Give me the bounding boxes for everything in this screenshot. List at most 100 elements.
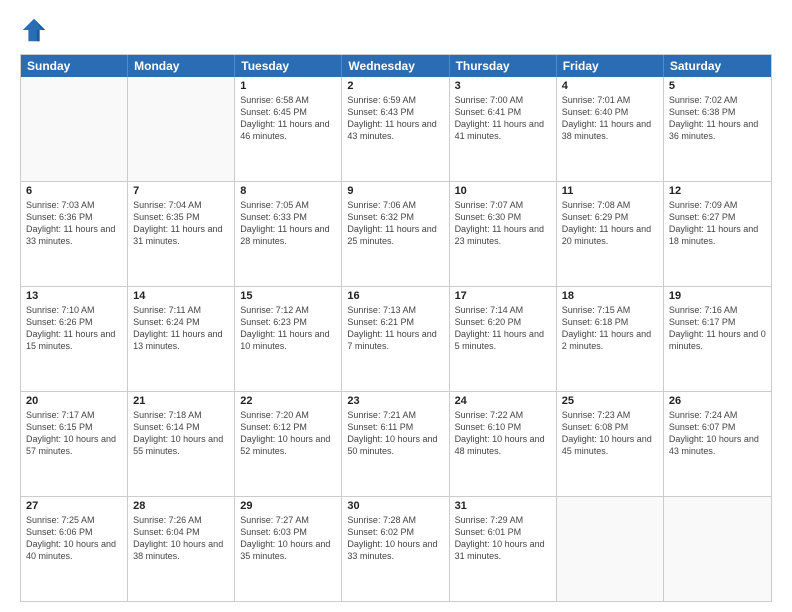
cell-info: Sunrise: 7:05 AM Sunset: 6:33 PM Dayligh… xyxy=(240,199,336,248)
cell-info: Sunrise: 7:23 AM Sunset: 6:08 PM Dayligh… xyxy=(562,409,658,458)
cell-info: Sunrise: 7:16 AM Sunset: 6:17 PM Dayligh… xyxy=(669,304,766,353)
cell-info: Sunrise: 7:11 AM Sunset: 6:24 PM Dayligh… xyxy=(133,304,229,353)
calendar-cell: 11Sunrise: 7:08 AM Sunset: 6:29 PM Dayli… xyxy=(557,182,664,286)
page: SundayMondayTuesdayWednesdayThursdayFrid… xyxy=(0,0,792,612)
cell-info: Sunrise: 7:02 AM Sunset: 6:38 PM Dayligh… xyxy=(669,94,766,143)
cell-day-number: 31 xyxy=(455,500,551,512)
cell-info: Sunrise: 7:13 AM Sunset: 6:21 PM Dayligh… xyxy=(347,304,443,353)
calendar: SundayMondayTuesdayWednesdayThursdayFrid… xyxy=(20,54,772,602)
cell-day-number: 14 xyxy=(133,290,229,302)
cell-info: Sunrise: 7:08 AM Sunset: 6:29 PM Dayligh… xyxy=(562,199,658,248)
calendar-row-4: 20 Sunrise: 7:17 AM Sunset: 6:15 PM Dayli… xyxy=(21,391,771,496)
calendar-cell: 2 Sunrise: 6:59 AM Sunset: 6:43 PM Daylig… xyxy=(342,77,449,181)
calendar-cell xyxy=(664,497,771,601)
calendar-cell xyxy=(128,77,235,181)
calendar-cell: 23 Sunrise: 7:21 AM Sunset: 6:11 PM Dayli… xyxy=(342,392,449,496)
cell-info: Sunrise: 7:01 AM Sunset: 6:40 PM Dayligh… xyxy=(562,94,658,143)
header xyxy=(20,16,772,44)
cell-day-number: 29 xyxy=(240,500,336,512)
cell-info: Sunrise: 7:10 AM Sunset: 6:26 PM Dayligh… xyxy=(26,304,122,353)
cell-day-number: 12 xyxy=(669,185,766,197)
cell-day-number: 30 xyxy=(347,500,443,512)
cell-day-number: 2 xyxy=(347,80,443,92)
cell-day-number: 16 xyxy=(347,290,443,302)
calendar-cell: 25 Sunrise: 7:23 AM Sunset: 6:08 PM Dayli… xyxy=(557,392,664,496)
calendar-cell: 9 Sunrise: 7:06 AM Sunset: 6:32 PM Daylig… xyxy=(342,182,449,286)
calendar-cell: 3 Sunrise: 7:00 AM Sunset: 6:41 PM Daylig… xyxy=(450,77,557,181)
cell-info: Sunrise: 7:06 AM Sunset: 6:32 PM Dayligh… xyxy=(347,199,443,248)
calendar-cell xyxy=(557,497,664,601)
cell-info: Sunrise: 7:03 AM Sunset: 6:36 PM Dayligh… xyxy=(26,199,122,248)
col-header-tuesday: Tuesday xyxy=(235,55,342,77)
calendar-cell: 1 Sunrise: 6:58 AM Sunset: 6:45 PM Daylig… xyxy=(235,77,342,181)
calendar-body: 1 Sunrise: 6:58 AM Sunset: 6:45 PM Daylig… xyxy=(21,77,771,601)
cell-info: Sunrise: 6:58 AM Sunset: 6:45 PM Dayligh… xyxy=(240,94,336,143)
cell-day-number: 19 xyxy=(669,290,766,302)
cell-day-number: 20 xyxy=(26,395,122,407)
cell-info: Sunrise: 7:17 AM Sunset: 6:15 PM Dayligh… xyxy=(26,409,122,458)
calendar-cell: 14 Sunrise: 7:11 AM Sunset: 6:24 PM Dayli… xyxy=(128,287,235,391)
calendar-cell: 15 Sunrise: 7:12 AM Sunset: 6:23 PM Dayli… xyxy=(235,287,342,391)
calendar-cell: 26 Sunrise: 7:24 AM Sunset: 6:07 PM Dayli… xyxy=(664,392,771,496)
col-header-saturday: Saturday xyxy=(664,55,771,77)
calendar-cell: 10 Sunrise: 7:07 AM Sunset: 6:30 PM Dayli… xyxy=(450,182,557,286)
calendar-cell: 6Sunrise: 7:03 AM Sunset: 6:36 PM Daylig… xyxy=(21,182,128,286)
cell-day-number: 22 xyxy=(240,395,336,407)
calendar-cell: 12 Sunrise: 7:09 AM Sunset: 6:27 PM Dayli… xyxy=(664,182,771,286)
cell-day-number: 27 xyxy=(26,500,122,512)
calendar-row-2: 6Sunrise: 7:03 AM Sunset: 6:36 PM Daylig… xyxy=(21,181,771,286)
cell-day-number: 13 xyxy=(26,290,122,302)
calendar-header: SundayMondayTuesdayWednesdayThursdayFrid… xyxy=(21,55,771,77)
calendar-cell: 20 Sunrise: 7:17 AM Sunset: 6:15 PM Dayli… xyxy=(21,392,128,496)
cell-day-number: 26 xyxy=(669,395,766,407)
cell-day-number: 15 xyxy=(240,290,336,302)
calendar-row-1: 1 Sunrise: 6:58 AM Sunset: 6:45 PM Daylig… xyxy=(21,77,771,181)
cell-day-number: 21 xyxy=(133,395,229,407)
cell-day-number: 17 xyxy=(455,290,551,302)
cell-info: Sunrise: 7:27 AM Sunset: 6:03 PM Dayligh… xyxy=(240,514,336,563)
col-header-monday: Monday xyxy=(128,55,235,77)
calendar-row-5: 27 Sunrise: 7:25 AM Sunset: 6:06 PM Dayli… xyxy=(21,496,771,601)
cell-info: Sunrise: 7:21 AM Sunset: 6:11 PM Dayligh… xyxy=(347,409,443,458)
cell-info: Sunrise: 7:28 AM Sunset: 6:02 PM Dayligh… xyxy=(347,514,443,563)
cell-info: Sunrise: 7:15 AM Sunset: 6:18 PM Dayligh… xyxy=(562,304,658,353)
cell-info: Sunrise: 7:29 AM Sunset: 6:01 PM Dayligh… xyxy=(455,514,551,563)
cell-day-number: 25 xyxy=(562,395,658,407)
cell-day-number: 8 xyxy=(240,185,336,197)
cell-info: Sunrise: 7:07 AM Sunset: 6:30 PM Dayligh… xyxy=(455,199,551,248)
calendar-cell: 4Sunrise: 7:01 AM Sunset: 6:40 PM Daylig… xyxy=(557,77,664,181)
calendar-cell: 13 Sunrise: 7:10 AM Sunset: 6:26 PM Dayli… xyxy=(21,287,128,391)
cell-day-number: 23 xyxy=(347,395,443,407)
calendar-cell: 31 Sunrise: 7:29 AM Sunset: 6:01 PM Dayli… xyxy=(450,497,557,601)
calendar-row-3: 13 Sunrise: 7:10 AM Sunset: 6:26 PM Dayli… xyxy=(21,286,771,391)
cell-info: Sunrise: 7:09 AM Sunset: 6:27 PM Dayligh… xyxy=(669,199,766,248)
cell-day-number: 5 xyxy=(669,80,766,92)
cell-day-number: 28 xyxy=(133,500,229,512)
cell-info: Sunrise: 7:12 AM Sunset: 6:23 PM Dayligh… xyxy=(240,304,336,353)
cell-info: Sunrise: 7:20 AM Sunset: 6:12 PM Dayligh… xyxy=(240,409,336,458)
logo-icon xyxy=(20,16,48,44)
cell-day-number: 9 xyxy=(347,185,443,197)
col-header-wednesday: Wednesday xyxy=(342,55,449,77)
cell-day-number: 1 xyxy=(240,80,336,92)
calendar-cell: 24Sunrise: 7:22 AM Sunset: 6:10 PM Dayli… xyxy=(450,392,557,496)
cell-day-number: 3 xyxy=(455,80,551,92)
cell-day-number: 7 xyxy=(133,185,229,197)
logo xyxy=(20,16,52,44)
cell-info: Sunrise: 7:18 AM Sunset: 6:14 PM Dayligh… xyxy=(133,409,229,458)
calendar-cell: 7Sunrise: 7:04 AM Sunset: 6:35 PM Daylig… xyxy=(128,182,235,286)
cell-info: Sunrise: 7:25 AM Sunset: 6:06 PM Dayligh… xyxy=(26,514,122,563)
calendar-cell: 5 Sunrise: 7:02 AM Sunset: 6:38 PM Daylig… xyxy=(664,77,771,181)
cell-info: Sunrise: 7:24 AM Sunset: 6:07 PM Dayligh… xyxy=(669,409,766,458)
calendar-cell: 22 Sunrise: 7:20 AM Sunset: 6:12 PM Dayli… xyxy=(235,392,342,496)
calendar-cell: 21 Sunrise: 7:18 AM Sunset: 6:14 PM Dayli… xyxy=(128,392,235,496)
cell-info: Sunrise: 7:00 AM Sunset: 6:41 PM Dayligh… xyxy=(455,94,551,143)
cell-day-number: 10 xyxy=(455,185,551,197)
cell-day-number: 24 xyxy=(455,395,551,407)
cell-info: Sunrise: 7:14 AM Sunset: 6:20 PM Dayligh… xyxy=(455,304,551,353)
calendar-cell xyxy=(21,77,128,181)
calendar-cell: 8 Sunrise: 7:05 AM Sunset: 6:33 PM Daylig… xyxy=(235,182,342,286)
calendar-cell: 16 Sunrise: 7:13 AM Sunset: 6:21 PM Dayli… xyxy=(342,287,449,391)
cell-info: Sunrise: 6:59 AM Sunset: 6:43 PM Dayligh… xyxy=(347,94,443,143)
cell-info: Sunrise: 7:26 AM Sunset: 6:04 PM Dayligh… xyxy=(133,514,229,563)
